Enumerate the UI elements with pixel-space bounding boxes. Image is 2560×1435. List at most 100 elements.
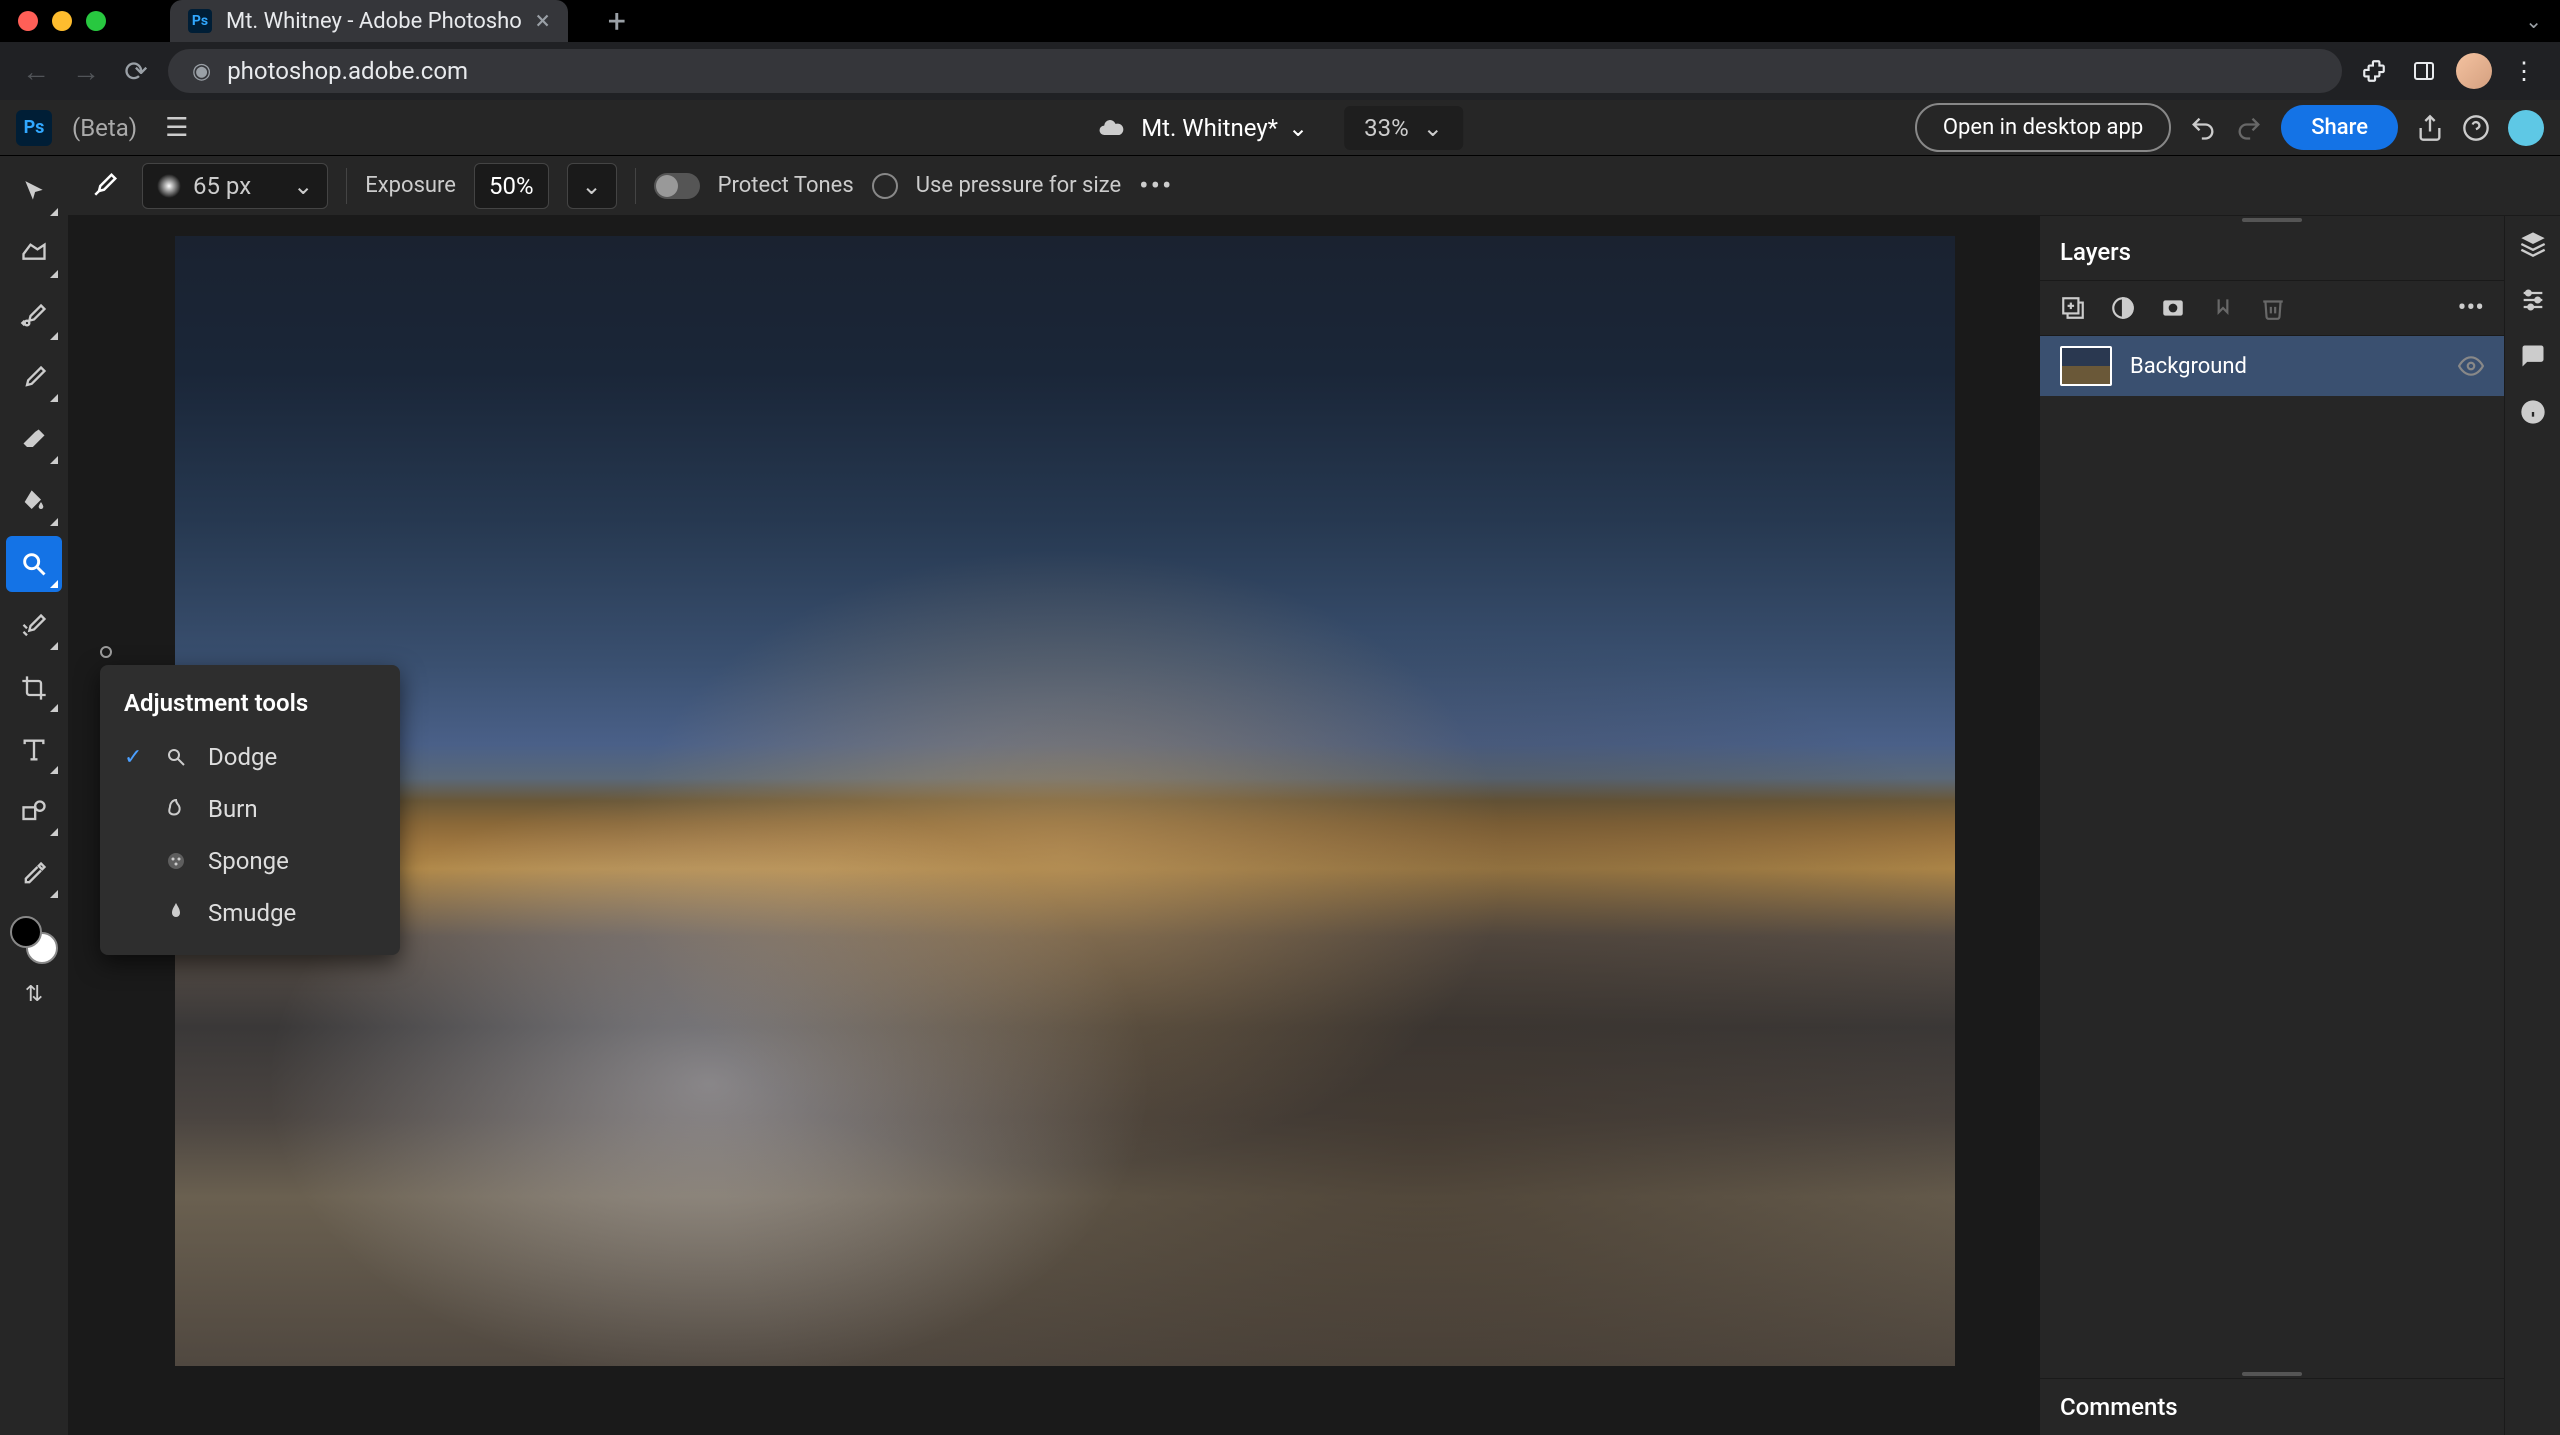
- help-button[interactable]: [2462, 114, 2490, 142]
- extensions-button[interactable]: [2356, 53, 2392, 89]
- document-title-dropdown[interactable]: Mt. Whitney* ⌄: [1141, 114, 1308, 142]
- clip-layer-button[interactable]: [2210, 295, 2236, 321]
- browser-toolbar: ← → ⟳ ◉ photoshop.adobe.com ⋮: [0, 42, 2560, 100]
- dodge-tool[interactable]: [6, 536, 62, 592]
- fill-tool[interactable]: [6, 474, 62, 530]
- chevron-down-icon: ⌄: [1288, 114, 1308, 142]
- exposure-input[interactable]: 50%: [474, 163, 549, 209]
- check-icon: ✓: [124, 745, 148, 770]
- exposure-value: 50%: [489, 172, 534, 200]
- adjustment-tools-flyout: Adjustment tools ✓ Dodge Burn Sponge Smu…: [100, 665, 400, 955]
- layer-mask-button[interactable]: [2160, 295, 2186, 321]
- lasso-tool[interactable]: [6, 226, 62, 282]
- flyout-item-label: Sponge: [208, 847, 289, 875]
- comments-rail-icon[interactable]: [2519, 342, 2547, 370]
- info-rail-icon[interactable]: [2519, 398, 2547, 426]
- color-swatches[interactable]: [10, 916, 58, 964]
- layers-rail-icon[interactable]: [2519, 230, 2547, 258]
- layer-row[interactable]: Background: [2040, 336, 2504, 396]
- layer-visibility-toggle[interactable]: [2458, 353, 2484, 379]
- layer-thumbnail[interactable]: [2060, 346, 2112, 386]
- site-info-icon[interactable]: ◉: [192, 59, 211, 84]
- flyout-item-sponge[interactable]: Sponge: [100, 835, 400, 887]
- brush-size-selector[interactable]: 65 px ⌄: [142, 163, 328, 209]
- eraser-tool[interactable]: [6, 412, 62, 468]
- right-panels: Layers •••: [2040, 216, 2560, 1435]
- address-bar[interactable]: ◉ photoshop.adobe.com: [168, 49, 2342, 93]
- maximize-window-button[interactable]: [86, 11, 106, 31]
- brush-tool[interactable]: [6, 350, 62, 406]
- delete-layer-button[interactable]: [2260, 295, 2286, 321]
- appbar-right: Open in desktop app Share: [1915, 103, 2544, 152]
- document-title: Mt. Whitney*: [1141, 114, 1278, 142]
- cloud-sync-icon[interactable]: [1097, 114, 1125, 142]
- type-tool[interactable]: [6, 722, 62, 778]
- exposure-dropdown[interactable]: ⌄: [567, 163, 617, 209]
- redo-button[interactable]: [2235, 114, 2263, 142]
- panel-drag-handle[interactable]: [2040, 216, 2504, 224]
- pressure-size-checkbox[interactable]: [872, 173, 898, 199]
- open-desktop-button[interactable]: Open in desktop app: [1915, 103, 2171, 152]
- add-layer-button[interactable]: [2060, 295, 2086, 321]
- divider: [635, 168, 636, 204]
- swap-colors-button[interactable]: ⇅: [25, 982, 43, 1007]
- panels-column: Layers •••: [2040, 216, 2504, 1435]
- zoom-value: 33%: [1364, 114, 1409, 142]
- layers-more-button[interactable]: •••: [2458, 293, 2484, 323]
- eyedropper-tool[interactable]: [6, 846, 62, 902]
- panel-drag-handle[interactable]: [2040, 1370, 2504, 1378]
- more-options-button[interactable]: •••: [1139, 169, 1173, 202]
- dodge-icon: [164, 745, 192, 769]
- adjustment-layer-button[interactable]: [2110, 295, 2136, 321]
- close-window-button[interactable]: [18, 11, 38, 31]
- reload-button[interactable]: ⟳: [118, 53, 154, 89]
- right-rail: [2504, 216, 2560, 1435]
- new-tab-button[interactable]: +: [608, 2, 626, 40]
- tabs-overflow-button[interactable]: ⌄: [2525, 9, 2542, 33]
- document-canvas[interactable]: [175, 236, 1955, 1366]
- tab-close-button[interactable]: ×: [536, 6, 550, 36]
- foreground-color-swatch[interactable]: [10, 916, 42, 948]
- export-button[interactable]: [2416, 114, 2444, 142]
- flyout-item-label: Burn: [208, 795, 258, 823]
- sponge-icon: [164, 849, 192, 873]
- browser-tab[interactable]: Ps Mt. Whitney - Adobe Photosho ×: [170, 0, 568, 42]
- protect-tones-toggle[interactable]: [654, 173, 700, 199]
- flyout-title: Adjustment tools: [100, 681, 400, 731]
- layers-toolbar: •••: [2040, 281, 2504, 336]
- photoshop-logo-icon[interactable]: Ps: [16, 110, 52, 146]
- properties-rail-icon[interactable]: [2519, 286, 2547, 314]
- chevron-down-icon: ⌄: [293, 172, 313, 200]
- clone-stamp-tool[interactable]: [6, 598, 62, 654]
- undo-button[interactable]: [2189, 114, 2217, 142]
- flyout-item-label: Dodge: [208, 743, 277, 771]
- layers-panel-header[interactable]: Layers: [2040, 224, 2504, 281]
- flyout-item-smudge[interactable]: Smudge: [100, 887, 400, 939]
- crop-tool[interactable]: [6, 660, 62, 716]
- brush-preview-icon: [157, 174, 181, 198]
- flyout-item-dodge[interactable]: ✓ Dodge: [100, 731, 400, 783]
- flyout-item-burn[interactable]: Burn: [100, 783, 400, 835]
- flyout-item-label: Smudge: [208, 899, 296, 927]
- protect-tones-label: Protect Tones: [718, 173, 854, 198]
- burn-icon: [164, 797, 192, 821]
- healing-brush-tool[interactable]: [6, 288, 62, 344]
- minimize-window-button[interactable]: [52, 11, 72, 31]
- sidepanel-button[interactable]: [2406, 53, 2442, 89]
- app-menu-button[interactable]: ☰: [157, 113, 196, 143]
- back-button[interactable]: ←: [18, 53, 54, 89]
- comments-panel-header[interactable]: Comments: [2040, 1378, 2504, 1435]
- browser-menu-button[interactable]: ⋮: [2506, 53, 2542, 89]
- os-titlebar: Ps Mt. Whitney - Adobe Photosho × + ⌄: [0, 0, 2560, 42]
- tab-title: Mt. Whitney - Adobe Photosho: [226, 9, 522, 34]
- active-tool-icon: [84, 166, 124, 206]
- shape-tool[interactable]: [6, 784, 62, 840]
- move-tool[interactable]: [6, 164, 62, 220]
- zoom-selector[interactable]: 33% ⌄: [1344, 106, 1463, 150]
- profile-avatar[interactable]: [2456, 53, 2492, 89]
- user-avatar[interactable]: [2508, 110, 2544, 146]
- exposure-label: Exposure: [365, 173, 456, 198]
- share-button[interactable]: Share: [2281, 105, 2398, 150]
- forward-button[interactable]: →: [68, 53, 104, 89]
- app-bar: Ps (Beta) ☰ Mt. Whitney* ⌄ 33% ⌄ Open in…: [0, 100, 2560, 156]
